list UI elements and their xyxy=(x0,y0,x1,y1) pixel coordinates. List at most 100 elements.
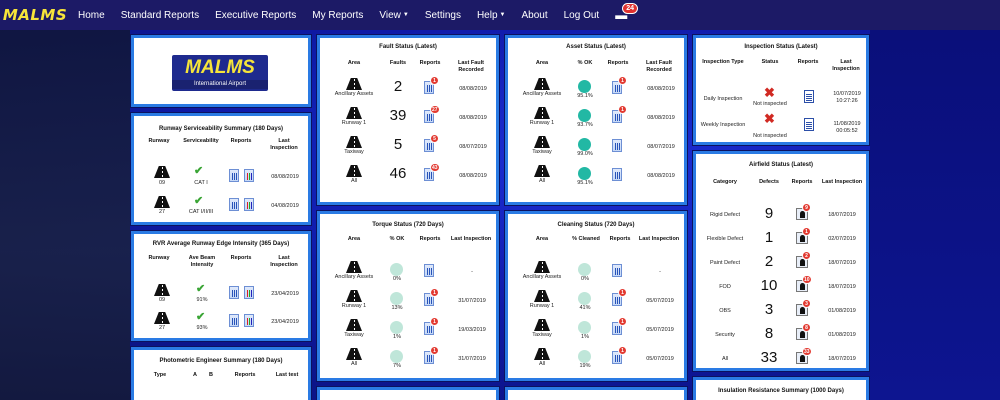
category-label: Rigid Defect xyxy=(710,212,740,218)
area-label: Runway 1 xyxy=(529,303,555,309)
airfield-status-panel: Airfield Status (Latest) Category Defect… xyxy=(693,151,869,371)
defect-badge: 10 xyxy=(802,275,812,284)
col-header: Last Inspection xyxy=(821,179,863,185)
col-header: Runway xyxy=(148,255,170,261)
report-icon[interactable] xyxy=(612,168,622,181)
col-header: Last Inspection xyxy=(832,59,860,72)
defect-count: 10 xyxy=(760,277,778,294)
nav-home[interactable]: Home xyxy=(70,0,113,30)
app-logo-text: MALMS xyxy=(2,6,68,24)
report-icon[interactable] xyxy=(229,169,239,182)
fault-count: 46 xyxy=(389,165,407,182)
report-icon[interactable] xyxy=(229,286,239,299)
last-inspection: 31/07/2019 xyxy=(458,356,486,362)
last-inspection: 01/08/2019 xyxy=(828,332,856,338)
pie-icon xyxy=(390,321,403,334)
report-icon[interactable] xyxy=(612,139,622,152)
report-icon[interactable] xyxy=(612,264,622,277)
fault-badge: 43 xyxy=(430,163,440,172)
area-label: Runway 1 xyxy=(341,120,367,126)
fault-count: 2 xyxy=(393,78,403,95)
pie-icon xyxy=(578,321,591,334)
area-label: Ancillary Assets xyxy=(334,91,374,97)
last-fault: 08/08/2019 xyxy=(647,86,675,92)
airport-logo-subtitle: International Airport xyxy=(172,80,268,89)
background-photo-right xyxy=(870,30,1000,400)
nav-logout[interactable]: Log Out xyxy=(556,0,608,30)
col-header: Reports xyxy=(609,236,631,242)
graph-report-icon[interactable] xyxy=(244,314,254,327)
area-label: All xyxy=(538,178,546,184)
report-icon[interactable] xyxy=(229,198,239,211)
col-header: Type xyxy=(153,372,167,378)
notifications-count-badge: 24 xyxy=(622,3,639,14)
area-label: Runway 1 xyxy=(529,120,555,126)
document-report-icon[interactable] xyxy=(804,118,814,131)
nav-about[interactable]: About xyxy=(513,0,555,30)
nav-help-label: Help xyxy=(476,9,498,21)
graph-report-icon[interactable] xyxy=(244,198,254,211)
rvr-intensity-panel: RVR Average Runway Edge Intensity (365 D… xyxy=(131,231,311,341)
defect-count: 1 xyxy=(764,229,774,246)
graph-report-icon[interactable] xyxy=(244,169,254,182)
cleaning-badge: 1 xyxy=(618,288,627,297)
cleaning-badge: 1 xyxy=(618,317,627,326)
caret-down-icon: ▼ xyxy=(402,12,409,18)
fault-status-panel: Fault Status (Latest) Area Faults Report… xyxy=(317,35,499,205)
col-header: Last Inspection xyxy=(270,255,298,268)
col-header: Last Fault Recorded xyxy=(646,60,672,73)
inspection-type: Daily Inspection xyxy=(703,96,743,102)
last-fault: 08/08/2019 xyxy=(647,115,675,121)
inspection-status-panel: Inspection Status (Latest) Inspection Ty… xyxy=(693,35,869,145)
last-fault: 08/07/2019 xyxy=(647,144,675,150)
nav-executive-reports[interactable]: Executive Reports xyxy=(207,0,304,30)
area-label: Ancillary Assets xyxy=(334,274,374,280)
insulation-panel: Insulation Resistance Summary (1000 Days… xyxy=(693,377,869,400)
category-label: Security xyxy=(715,332,735,338)
col-header: Area xyxy=(535,60,549,66)
nav-my-reports[interactable]: My Reports xyxy=(304,0,371,30)
area-road-icon xyxy=(534,290,550,302)
panel-title: Insulation Resistance Summary (1000 Days… xyxy=(718,388,844,394)
last-inspection: - xyxy=(471,269,473,275)
defect-count: 8 xyxy=(764,325,774,342)
document-report-icon[interactable] xyxy=(804,90,814,103)
defect-badge: 1 xyxy=(802,227,811,236)
graph-report-icon[interactable] xyxy=(244,286,254,299)
pie-icon xyxy=(578,138,591,151)
percent-cleaned: 1% xyxy=(581,334,589,340)
notifications-button[interactable]: ▬ 24 xyxy=(607,0,639,30)
last-fault: 08/07/2019 xyxy=(459,144,487,150)
last-inspection: 23/04/2019 xyxy=(271,319,299,325)
check-icon: ✔ xyxy=(196,311,206,323)
col-header: Reports xyxy=(419,60,441,66)
col-header: Reports xyxy=(791,179,813,185)
category-label: Flexible Defect xyxy=(706,236,744,242)
nav-standard-reports[interactable]: Standard Reports xyxy=(113,0,207,30)
nav-settings[interactable]: Settings xyxy=(417,0,469,30)
report-icon[interactable] xyxy=(424,264,434,277)
area-road-icon xyxy=(346,261,362,273)
percent-ok: 93.7% xyxy=(577,122,593,128)
area-label: All xyxy=(350,361,358,367)
col-header: Reports xyxy=(230,138,252,144)
pie-icon xyxy=(390,263,403,276)
defect-count: 9 xyxy=(764,205,774,222)
panel-title: Asset Status (Latest) xyxy=(566,44,626,50)
last-inspection: 10/07/2019 10:27:26 xyxy=(833,91,861,104)
last-inspection: 23/04/2019 xyxy=(271,291,299,297)
area-label: Taxiway xyxy=(344,332,364,338)
nav-view[interactable]: View ▼ xyxy=(371,0,416,30)
col-header: Last Fault Recorded xyxy=(458,60,484,73)
app-logo[interactable]: MALMS xyxy=(0,0,70,30)
area-road-icon xyxy=(534,165,550,177)
area-label: Ancillary Assets xyxy=(522,274,562,280)
col-header: Area xyxy=(347,60,361,66)
col-header: Reports xyxy=(230,255,252,261)
report-icon[interactable] xyxy=(229,314,239,327)
pie-icon xyxy=(578,350,591,363)
nav-help[interactable]: Help ▼ xyxy=(469,0,514,30)
col-header: Last Inspection xyxy=(638,236,680,242)
col-header: Last Inspection xyxy=(450,236,492,242)
defect-badge: 3 xyxy=(802,299,811,308)
